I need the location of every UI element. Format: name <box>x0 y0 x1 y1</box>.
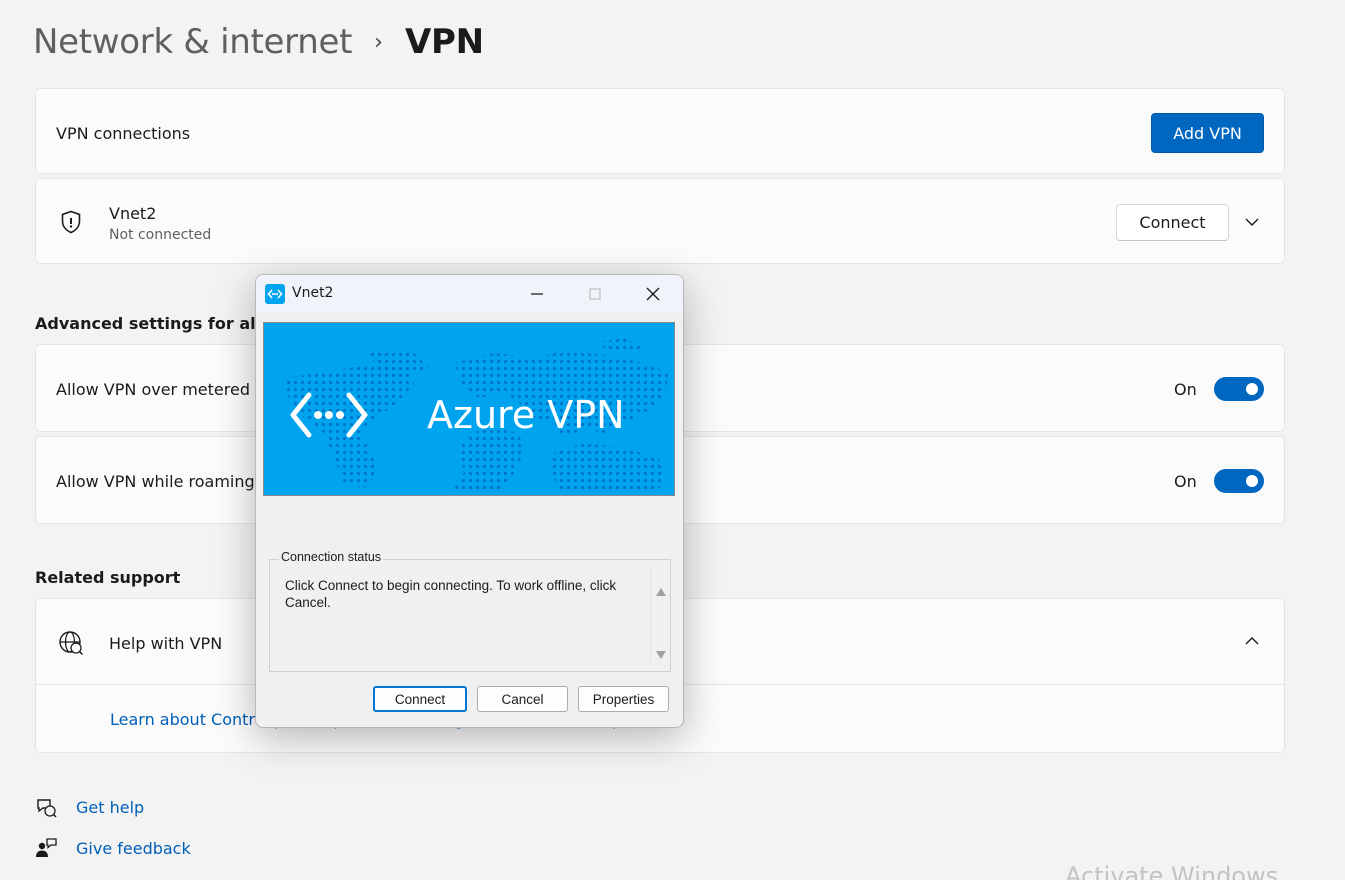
vpn-connect-dialog: Vnet2 Azure VPN Connection status Click … <box>255 274 684 728</box>
roaming-toggle[interactable] <box>1214 469 1264 493</box>
dialog-properties-button[interactable]: Properties <box>578 686 669 712</box>
metered-state: On <box>1174 380 1197 399</box>
banner-title: Azure VPN <box>427 393 625 437</box>
connect-button[interactable]: Connect <box>1116 204 1229 241</box>
connection-status-text: Click Connect to begin connecting. To wo… <box>285 578 617 610</box>
shield-icon <box>60 210 82 234</box>
connection-status-label: Connection status <box>279 550 384 564</box>
dialog-connect-button[interactable]: Connect <box>373 686 467 712</box>
get-help-icon <box>35 796 57 818</box>
azure-vpn-banner: Azure VPN <box>263 322 675 496</box>
roaming-label: Allow VPN while roaming <box>56 472 255 491</box>
page-title: VPN <box>404 22 484 62</box>
metered-toggle[interactable] <box>1214 377 1264 401</box>
dialog-cancel-button[interactable]: Cancel <box>477 686 568 712</box>
banner-vpn-symbol <box>290 392 368 438</box>
scroll-up-icon[interactable] <box>656 581 666 600</box>
status-scrollbar[interactable] <box>650 568 670 663</box>
get-help-row[interactable]: Get help <box>35 796 195 820</box>
get-help-link[interactable]: Get help <box>76 798 144 817</box>
close-icon[interactable] <box>638 280 668 308</box>
vpn-name: Vnet2 <box>109 204 157 223</box>
vpn-status: Not connected <box>109 227 212 243</box>
help-with-vpn-label: Help with VPN <box>109 634 223 653</box>
give-feedback-link[interactable]: Give feedback <box>76 839 191 858</box>
dialog-title: Vnet2 <box>292 285 334 301</box>
globe-help-icon <box>58 630 84 656</box>
related-support-title: Related support <box>35 568 181 587</box>
roaming-state: On <box>1174 472 1197 491</box>
maximize-icon <box>580 280 610 308</box>
breadcrumb-separator: › <box>374 29 383 55</box>
dialog-titlebar[interactable]: Vnet2 <box>256 275 683 313</box>
activate-windows-watermark: Activate Windows <box>1065 862 1279 880</box>
chevron-up-icon[interactable] <box>1243 632 1261 650</box>
scroll-down-icon[interactable] <box>656 644 666 663</box>
vpn-connections-card: VPN connections Add VPN <box>35 88 1285 174</box>
vpn-item-vnet2[interactable]: Vnet2 Not connected Connect <box>35 178 1285 264</box>
feedback-icon <box>35 837 57 859</box>
vpn-connections-label: VPN connections <box>56 124 191 143</box>
vpn-app-icon <box>265 284 285 304</box>
breadcrumb: Network & internet › VPN <box>33 22 484 62</box>
minimize-icon[interactable] <box>522 280 552 308</box>
give-feedback-row[interactable]: Give feedback <box>35 837 215 861</box>
add-vpn-button[interactable]: Add VPN <box>1151 113 1264 153</box>
connection-status-group: Connection status Click Connect to begin… <box>269 550 671 672</box>
breadcrumb-network-internet[interactable]: Network & internet <box>33 22 352 62</box>
chevron-down-icon[interactable] <box>1243 213 1261 231</box>
